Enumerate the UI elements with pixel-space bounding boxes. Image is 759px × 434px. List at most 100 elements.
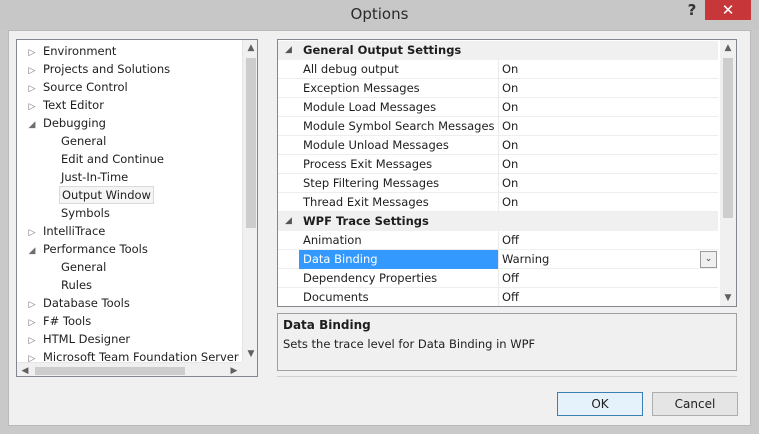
collapse-arrow-icon[interactable]: ◢: [285, 212, 292, 231]
close-button[interactable]: ✕: [705, 0, 751, 20]
grid-property-row[interactable]: Thread Exit Messages On: [278, 193, 718, 212]
property-name[interactable]: Module Load Messages: [303, 98, 498, 117]
column-separator: [498, 269, 499, 288]
column-separator: [498, 98, 499, 117]
tree-item-label: Environment: [43, 44, 117, 58]
property-value[interactable]: On: [502, 155, 718, 174]
help-button[interactable]: ?: [683, 0, 701, 20]
property-name[interactable]: Thread Exit Messages: [303, 193, 498, 212]
tree-item-label: Rules: [61, 278, 93, 292]
grid-vertical-scrollbar[interactable]: ▲ ▼: [720, 40, 736, 306]
tree-item[interactable]: ▷ Source Control: [27, 78, 130, 96]
tree-vertical-scrollbar[interactable]: ▲ ▼: [242, 40, 257, 362]
tree-item[interactable]: Symbols: [59, 204, 112, 222]
property-value[interactable]: On: [502, 136, 718, 155]
grid-property-row[interactable]: Dependency Properties Off: [278, 269, 718, 288]
column-separator: [498, 250, 499, 269]
property-name[interactable]: Step Filtering Messages: [303, 174, 498, 193]
tree-item[interactable]: General: [59, 258, 108, 276]
property-name[interactable]: Dependency Properties: [303, 269, 498, 288]
grid-property-row[interactable]: Process Exit Messages On: [278, 155, 718, 174]
grid-property-row[interactable]: Documents Off: [278, 288, 718, 306]
collapse-arrow-icon[interactable]: ◢: [27, 242, 37, 260]
property-value[interactable]: Off: [502, 269, 718, 288]
tree-item-label: Edit and Continue: [61, 152, 164, 166]
tree-item[interactable]: ▷ Database Tools: [27, 294, 132, 312]
tree-item[interactable]: General: [59, 132, 108, 150]
tree-item[interactable]: ▷ F# Tools: [27, 312, 93, 330]
grid-property-row[interactable]: Step Filtering Messages On: [278, 174, 718, 193]
grid-property-row[interactable]: Module Symbol Search Messages On: [278, 117, 718, 136]
property-value[interactable]: Off: [502, 231, 718, 250]
tree-item[interactable]: Rules: [59, 276, 94, 294]
grid-category[interactable]: ◢ General Output Settings: [278, 41, 718, 60]
column-separator: [498, 136, 499, 155]
collapse-arrow-icon[interactable]: ◢: [27, 116, 37, 134]
grid-property-row[interactable]: Module Unload Messages On: [278, 136, 718, 155]
tree-item[interactable]: Edit and Continue: [59, 150, 166, 168]
tree-item[interactable]: ▷ Text Editor: [27, 96, 106, 114]
scroll-up-icon[interactable]: ▲: [243, 40, 257, 56]
property-value[interactable]: Warning: [502, 250, 718, 269]
tree-item[interactable]: ◢ Debugging: [27, 114, 108, 132]
scroll-up-icon[interactable]: ▲: [720, 40, 736, 56]
property-value[interactable]: On: [502, 60, 718, 79]
property-name[interactable]: Data Binding: [299, 250, 498, 269]
title-bar: Options ? ✕: [0, 0, 759, 30]
scroll-right-icon[interactable]: ▶: [226, 363, 242, 376]
collapse-arrow-icon[interactable]: ◢: [285, 41, 292, 60]
property-name[interactable]: Exception Messages: [303, 79, 498, 98]
property-name[interactable]: Documents: [303, 288, 498, 306]
tree-horizontal-thumb[interactable]: [35, 367, 185, 375]
grid-vertical-thumb[interactable]: [723, 58, 733, 218]
grid-property-row[interactable]: All debug output On: [278, 60, 718, 79]
grid-property-row[interactable]: Animation Off: [278, 231, 718, 250]
tree-item-label: IntelliTrace: [43, 224, 106, 238]
ok-button[interactable]: OK: [557, 392, 643, 416]
tree-item-label: Text Editor: [43, 98, 104, 112]
grid-property-row[interactable]: Module Load Messages On: [278, 98, 718, 117]
tree-item[interactable]: ▷ Environment: [27, 42, 118, 60]
property-value[interactable]: On: [502, 193, 718, 212]
property-name[interactable]: Process Exit Messages: [303, 155, 498, 174]
grid-category[interactable]: ◢ WPF Trace Settings: [278, 212, 718, 231]
tree-item[interactable]: Just-In-Time: [59, 168, 130, 186]
tree-item[interactable]: ▷ IntelliTrace: [27, 222, 107, 240]
tree-item-label: Debugging: [43, 116, 106, 130]
property-grid: ◢ General Output Settings All debug output…: [277, 39, 737, 307]
scroll-down-icon[interactable]: ▼: [720, 290, 736, 306]
column-separator: [498, 174, 499, 193]
property-value[interactable]: On: [502, 117, 718, 136]
property-value[interactable]: On: [502, 98, 718, 117]
tree-item[interactable]: ▷ Projects and Solutions: [27, 60, 172, 78]
property-name[interactable]: All debug output: [303, 60, 498, 79]
tree-horizontal-scrollbar[interactable]: ◀ ▶: [17, 362, 242, 376]
grid-category-label: General Output Settings: [303, 43, 462, 57]
tree-item-label: Source Control: [43, 80, 128, 94]
dialog-client-area: ▷ Environment ▷ Projects and Solutions ▷ Sour…: [8, 30, 751, 426]
property-name[interactable]: Module Unload Messages: [303, 136, 498, 155]
tree-item-label: Database Tools: [43, 296, 130, 310]
scroll-left-icon[interactable]: ◀: [17, 363, 33, 376]
property-name[interactable]: Module Symbol Search Messages: [303, 117, 498, 136]
scroll-down-icon[interactable]: ▼: [243, 346, 257, 362]
column-separator: [498, 231, 499, 250]
tree-item-label: General: [61, 260, 107, 274]
property-value[interactable]: On: [502, 79, 718, 98]
tree-vertical-thumb[interactable]: [246, 58, 256, 228]
grid-property-row[interactable]: Exception Messages On: [278, 79, 718, 98]
tree-item[interactable]: Output Window: [59, 186, 154, 204]
tree-item[interactable]: ◢ Performance Tools: [27, 240, 150, 258]
window-title: Options: [350, 5, 409, 23]
column-separator: [498, 117, 499, 136]
property-name[interactable]: Animation: [303, 231, 498, 250]
grid-property-row[interactable]: Data Binding Warning ⌄: [278, 250, 718, 269]
tree-item-label: Performance Tools: [43, 242, 148, 256]
chevron-down-icon[interactable]: ⌄: [700, 251, 717, 268]
property-value[interactable]: On: [502, 174, 718, 193]
cancel-button[interactable]: Cancel: [652, 392, 738, 416]
tree-item[interactable]: ▷ HTML Designer: [27, 330, 132, 348]
tree-item-label: HTML Designer: [43, 332, 131, 346]
property-value[interactable]: Off: [502, 288, 718, 306]
grid-category-label: WPF Trace Settings: [303, 214, 429, 228]
